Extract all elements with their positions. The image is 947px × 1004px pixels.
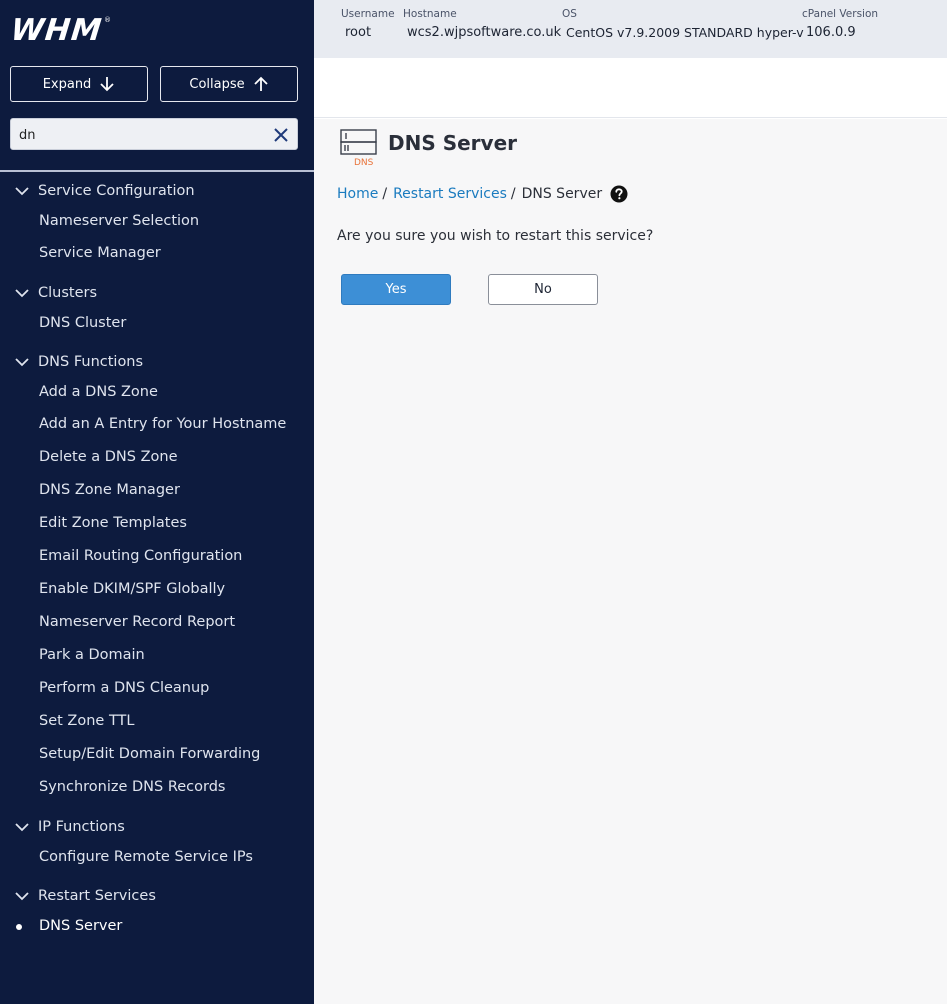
registered-mark: ® — [104, 16, 111, 24]
whm-logo[interactable]: WHM ® — [9, 13, 111, 48]
sidebar-item-dns-cleanup[interactable]: Perform a DNS Cleanup — [0, 671, 314, 704]
breadcrumb-separator: / — [510, 186, 516, 202]
breadcrumb-current: DNS Server — [521, 186, 603, 202]
sidebar: WHM ® Expand Collapse Service Configurat… — [0, 0, 314, 1004]
sidebar-item-dns-cluster[interactable]: DNS Cluster — [0, 308, 314, 338]
server-info-bar: Username root Hostname wcs2.wjpsoftware.… — [314, 0, 947, 58]
sidebar-item-edit-zone-templates[interactable]: Edit Zone Templates — [0, 506, 314, 539]
sidebar-item-nameserver-record-report[interactable]: Nameserver Record Report — [0, 605, 314, 638]
breadcrumb: Home / Restart Services / DNS Server — [337, 185, 628, 203]
nav-gap — [0, 803, 314, 812]
cpanel-version-info: cPanel Version 106.0.9 — [802, 8, 878, 41]
nav-section-label: Service Configuration — [38, 183, 195, 199]
sidebar-item-dns-server[interactable]: DNS Server — [0, 911, 314, 941]
arrow-up-icon — [253, 76, 268, 91]
nav-section-label: IP Functions — [38, 819, 125, 835]
chevron-down-icon — [15, 289, 29, 298]
chevron-down-icon — [15, 892, 29, 901]
hostname-value: wcs2.wjpsoftware.co.uk — [407, 25, 562, 40]
main-content: DNS DNS Server Home / Restart Services /… — [314, 119, 947, 1004]
nav-gap — [0, 872, 314, 881]
hostname-info: Hostname wcs2.wjpsoftware.co.uk — [403, 8, 561, 41]
os-value: CentOS v7.9.2009 STANDARD hyper-v — [566, 25, 804, 40]
nav-section-restart-services[interactable]: Restart Services — [0, 881, 314, 911]
header-spacer — [314, 58, 947, 118]
chevron-down-icon — [15, 823, 29, 832]
sidebar-item-delete-dns-zone[interactable]: Delete a DNS Zone — [0, 440, 314, 473]
yes-button[interactable]: Yes — [341, 274, 451, 305]
dns-icon-text: DNS — [354, 158, 374, 167]
clear-search-icon[interactable] — [272, 126, 290, 144]
no-button[interactable]: No — [488, 274, 598, 305]
expand-button[interactable]: Expand — [10, 66, 148, 102]
nav-section-label: Clusters — [38, 285, 98, 301]
cpanel-version-value: 106.0.9 — [806, 25, 856, 40]
username-label: Username — [341, 8, 395, 20]
sidebar-divider — [0, 170, 314, 172]
search-input[interactable] — [19, 125, 259, 145]
os-info: OS CentOS v7.9.2009 STANDARD hyper-v — [562, 8, 804, 41]
sidebar-item-email-routing[interactable]: Email Routing Configuration — [0, 539, 314, 572]
nav-section-dns-functions[interactable]: DNS Functions — [0, 347, 314, 377]
nav-section-label: DNS Functions — [38, 354, 144, 370]
active-bullet-icon — [16, 924, 22, 930]
help-icon[interactable] — [610, 185, 628, 203]
os-label: OS — [562, 8, 577, 20]
sidebar-item-domain-forwarding[interactable]: Setup/Edit Domain Forwarding — [0, 737, 314, 770]
expand-label: Expand — [42, 76, 92, 92]
sidebar-item-nameserver-selection[interactable]: Nameserver Selection — [0, 206, 314, 236]
nav-gap — [0, 338, 314, 347]
sidebar-item-park-domain[interactable]: Park a Domain — [0, 638, 314, 671]
nav-section-ip-functions[interactable]: IP Functions — [0, 812, 314, 842]
nav-section-clusters[interactable]: Clusters — [0, 278, 314, 308]
sidebar-item-enable-dkim-spf[interactable]: Enable DKIM/SPF Globally — [0, 572, 314, 605]
sidebar-nav: Service Configuration Nameserver Selecti… — [0, 176, 314, 941]
sidebar-item-add-dns-zone[interactable]: Add a DNS Zone — [0, 377, 314, 407]
restart-confirmation-text: Are you sure you wish to restart this se… — [337, 228, 654, 244]
username-info: Username root — [341, 8, 395, 41]
sidebar-item-label: DNS Server — [39, 918, 123, 934]
collapse-label: Collapse — [189, 76, 245, 92]
logo-text: WHM — [9, 13, 104, 48]
breadcrumb-home-link[interactable]: Home — [337, 186, 378, 202]
username-value: root — [345, 25, 372, 40]
sidebar-item-set-zone-ttl[interactable]: Set Zone TTL — [0, 704, 314, 737]
nav-section-service-configuration[interactable]: Service Configuration — [0, 176, 314, 206]
page-title: DNS Server — [388, 131, 518, 155]
cpanel-version-label: cPanel Version — [802, 8, 879, 20]
chevron-down-icon — [15, 358, 29, 367]
chevron-down-icon — [15, 187, 29, 196]
breadcrumb-separator: / — [382, 186, 388, 202]
nav-section-label: Restart Services — [38, 888, 156, 904]
arrow-down-icon — [100, 77, 114, 92]
sidebar-item-synchronize-dns[interactable]: Synchronize DNS Records — [0, 770, 314, 803]
sidebar-item-remote-service-ips[interactable]: Configure Remote Service IPs — [0, 842, 314, 872]
collapse-button[interactable]: Collapse — [160, 66, 298, 102]
breadcrumb-restart-services-link[interactable]: Restart Services — [393, 186, 507, 202]
dns-server-icon: DNS — [340, 129, 377, 167]
sidebar-item-add-a-entry[interactable]: Add an A Entry for Your Hostname — [0, 407, 314, 440]
sidebar-item-dns-zone-manager[interactable]: DNS Zone Manager — [0, 473, 314, 506]
sidebar-search — [10, 118, 298, 150]
sidebar-item-service-manager[interactable]: Service Manager — [0, 236, 314, 269]
nav-gap — [0, 269, 314, 278]
hostname-label: Hostname — [403, 8, 457, 20]
